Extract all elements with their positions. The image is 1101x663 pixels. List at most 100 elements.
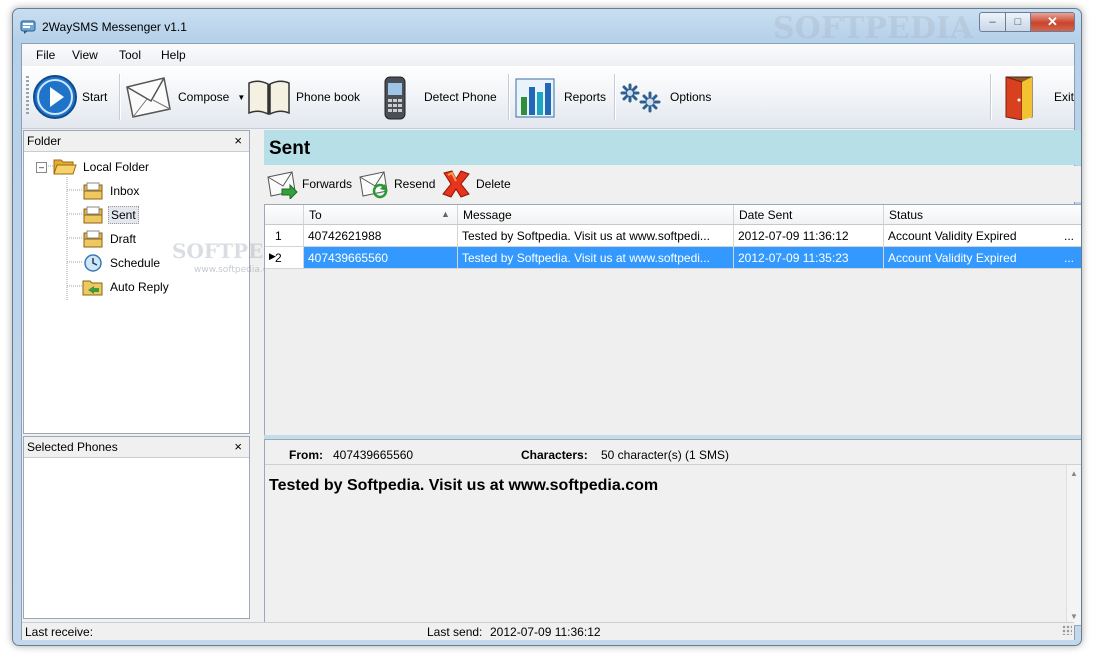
message-body[interactable]: Tested by Softpedia. Visit us at www.sof… [265, 464, 1081, 625]
cell-status[interactable]: Account Validity Expired... [884, 247, 1081, 269]
softpedia-watermark: SOFTPEDIA [773, 11, 974, 46]
tree-root-label: Local Folder [83, 160, 150, 174]
tree-item-label: Draft [110, 232, 137, 246]
reports-label: Reports [564, 90, 607, 104]
column-header-date-sent[interactable]: Date Sent [734, 205, 884, 225]
last-send-label: Last send: [427, 625, 483, 639]
sent-tray-icon [83, 206, 103, 224]
table-row-selected[interactable]: ▶ 2 407439665560 Tested by Softpedia. Vi… [265, 247, 1081, 269]
row-number[interactable]: 1 [265, 225, 304, 247]
row-header-column [265, 205, 304, 225]
mobile-phone-icon [384, 76, 406, 120]
resend-button[interactable]: Resend [358, 168, 435, 200]
column-label: To [309, 208, 322, 222]
selected-phones-title: Selected Phones [27, 440, 118, 454]
folder-open-icon [53, 159, 77, 175]
message-toolbar: Forwards Resend Delete [264, 166, 1081, 202]
message-text: Tested by Softpedia. Visit us at www.sof… [269, 477, 659, 494]
detect-phone-label: Detect Phone [424, 90, 497, 104]
messages-table: To ▲ Message Date Sent Status 1 40742621… [264, 204, 1081, 436]
delete-x-icon [442, 170, 470, 198]
app-window: 2WaySMS Messenger v1.1 SOFTPEDIA – □ ✕ F… [12, 8, 1082, 646]
selected-phones-list[interactable] [24, 458, 249, 618]
message-scrollbar[interactable]: ▲ ▼ [1066, 465, 1081, 625]
reports-button[interactable]: Reports [514, 72, 606, 122]
compose-button[interactable]: Compose ▼ [124, 72, 245, 122]
tree-item-auto-reply[interactable]: Auto Reply [82, 277, 171, 297]
start-button[interactable]: Start [32, 72, 107, 122]
tree-item-label: Sent [108, 206, 139, 224]
cell-message[interactable]: Tested by Softpedia. Visit us at www.sof… [458, 247, 734, 269]
resend-envelope-icon [359, 171, 388, 199]
scroll-up-icon[interactable]: ▲ [1070, 469, 1078, 478]
from-label: From: [289, 448, 323, 462]
envelope-icon [126, 77, 171, 118]
cell-status[interactable]: Account Validity Expired... [884, 225, 1081, 247]
tree-item-sent[interactable]: Sent [82, 205, 139, 225]
tree-item-draft[interactable]: Draft [82, 229, 138, 249]
characters-label: Characters: [521, 448, 588, 462]
menu-file[interactable]: File [36, 48, 55, 62]
options-button[interactable]: Options [618, 72, 711, 122]
cell-date-sent[interactable]: 2012-07-09 11:36:12 [734, 225, 884, 247]
main-toolbar: Start Compose ▼ Phone book Detect Phone … [22, 66, 1074, 129]
column-header-to[interactable]: To ▲ [304, 205, 458, 225]
folder-heading: Sent [269, 138, 311, 159]
cell-to[interactable]: 407439665560 [304, 247, 458, 269]
cell-to[interactable]: 40742621988 [304, 225, 458, 247]
characters-value: 50 character(s) (1 SMS) [601, 448, 730, 462]
toolbar-grip[interactable] [26, 76, 29, 116]
tree-root-local-folder[interactable]: – Local Folder [36, 157, 151, 177]
tree-item-inbox[interactable]: Inbox [82, 181, 141, 201]
more-ellipsis: ... [1064, 251, 1075, 265]
menu-view[interactable]: View [72, 48, 98, 62]
tree-item-label: Auto Reply [110, 280, 169, 294]
inbox-tray-icon [83, 182, 103, 200]
close-icon[interactable]: × [234, 133, 242, 148]
minimize-button[interactable]: – [979, 12, 1006, 32]
folder-panel-header: Folder × [24, 131, 249, 152]
close-icon[interactable]: × [234, 439, 242, 454]
last-receive-label: Last receive: [25, 625, 94, 639]
title-bar[interactable]: 2WaySMS Messenger v1.1 SOFTPEDIA – □ ✕ [13, 9, 1081, 46]
cell-date-sent[interactable]: 2012-07-09 11:35:23 [734, 247, 884, 269]
gears-icon [620, 83, 661, 113]
menu-tool[interactable]: Tool [119, 48, 141, 62]
column-header-status[interactable]: Status [884, 205, 1081, 225]
table-row[interactable]: 1 40742621988 Tested by Softpedia. Visit… [265, 225, 1081, 247]
detect-phone-button[interactable]: Detect Phone [378, 72, 497, 122]
column-label: Message [463, 208, 512, 222]
delete-label: Delete [476, 177, 511, 191]
draft-tray-icon [83, 230, 103, 248]
phonebook-button[interactable]: Phone book [246, 72, 360, 122]
folder-panel-title: Folder [27, 134, 62, 148]
folder-heading-bar: Sent [264, 130, 1081, 165]
delete-button[interactable]: Delete [440, 168, 511, 200]
start-label: Start [82, 90, 108, 104]
auto-reply-folder-icon [82, 280, 103, 296]
client-area: File View Tool Help Start Compose ▼ Phon… [21, 43, 1081, 640]
selected-phones-header: Selected Phones × [24, 437, 249, 458]
tree-item-schedule[interactable]: Schedule [82, 253, 162, 273]
selected-phones-panel: Selected Phones × [23, 436, 250, 619]
forwards-label: Forwards [302, 177, 353, 191]
column-header-message[interactable]: Message [458, 205, 734, 225]
play-icon [33, 75, 77, 119]
options-label: Options [670, 90, 712, 104]
clock-icon [84, 254, 102, 272]
forwards-button[interactable]: Forwards [266, 168, 352, 200]
collapse-icon[interactable]: – [36, 161, 47, 173]
chevron-down-icon[interactable]: ▼ [237, 93, 245, 102]
status-bar: Last receive: Last send: 2012-07-09 11:3… [22, 622, 1074, 640]
resize-grip-icon[interactable] [1062, 625, 1072, 635]
scroll-down-icon[interactable]: ▼ [1070, 612, 1078, 621]
close-button[interactable]: ✕ [1031, 12, 1075, 32]
menu-help[interactable]: Help [161, 48, 186, 62]
exit-button[interactable]: Exit [998, 72, 1074, 122]
row-number[interactable]: ▶ 2 [265, 247, 304, 269]
maximize-button[interactable]: □ [1006, 12, 1031, 32]
tree-item-label: Schedule [110, 256, 161, 270]
tree-item-label: Inbox [110, 184, 140, 198]
cell-message[interactable]: Tested by Softpedia. Visit us at www.sof… [458, 225, 734, 247]
menu-bar: File View Tool Help [22, 44, 1074, 66]
